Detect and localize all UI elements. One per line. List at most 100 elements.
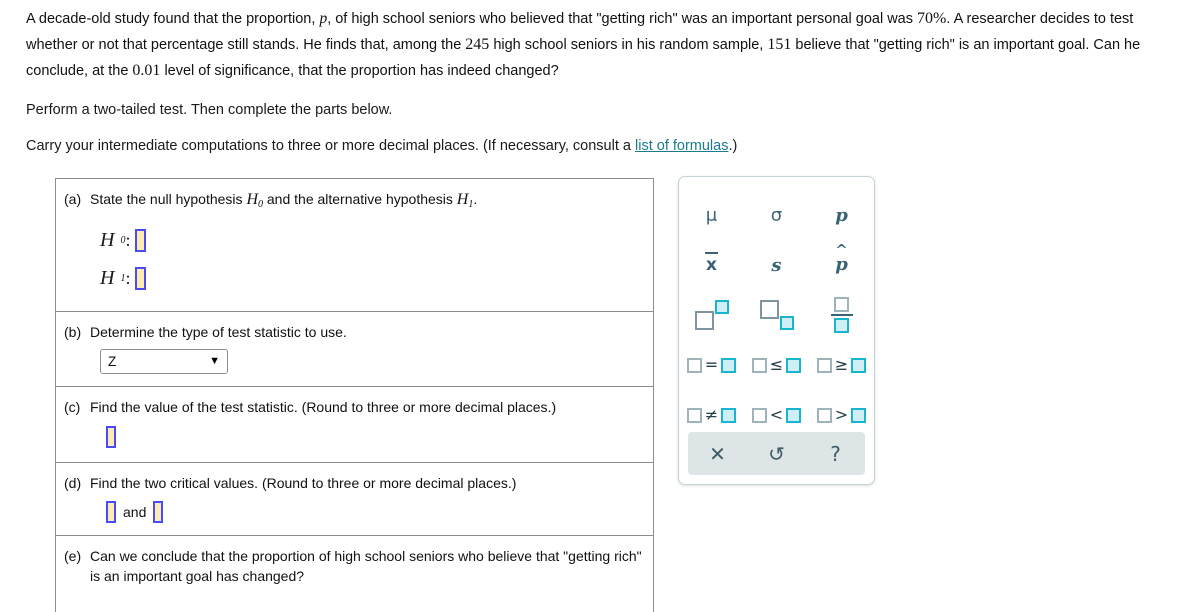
h0-answer-input[interactable] [135,228,147,252]
p-hat-symbol[interactable]: p [809,240,874,290]
question-e-text: Can we conclude that the proportion of h… [90,548,642,584]
superscript-template[interactable] [679,290,744,340]
instruction-two-tailed: Perform a two-tailed test. Then complete… [26,102,393,118]
s-symbol[interactable]: s [744,240,809,290]
question-d-label: (d) [64,475,82,491]
question-row-d: (d) Find the two critical values. (Round… [56,463,653,536]
list-of-formulas-link[interactable]: list of formulas [635,138,728,154]
problem-text-1a: A decade-old study found that the propor… [26,11,320,27]
problem-text-1b: , of high school seniors who believed th… [327,11,918,27]
rounding-text-b: .) [728,138,738,154]
greater-or-equal-template-glyph: ≥ [816,355,867,374]
h0-label: H [100,228,115,251]
hypothesis-inputs: H0 : H1 : [56,215,653,311]
equals-template[interactable]: = [679,340,744,390]
left-box-icon [751,357,767,373]
p-symbol[interactable]: p [809,190,874,240]
subscript-template-glyph [759,300,794,330]
palette-row-1: μ σ p [679,190,874,240]
problem-statement: A decade-old study found that the propor… [26,6,1186,84]
equals-operator: = [704,355,719,374]
greater-or-equal-operator: ≥ [834,355,849,374]
less-than-template-glyph: < [751,405,802,424]
question-a-label: (a) [64,191,82,207]
clear-button[interactable]: ✕ [688,442,747,466]
base-box-icon [694,311,714,330]
question-c-label: (c) [64,399,81,415]
greater-or-equal-template[interactable]: ≥ [809,340,874,390]
instruction-rounding: Carry your intermediate computations to … [26,135,737,157]
fraction-template[interactable] [809,290,874,340]
numerator-box-icon [834,297,849,312]
question-a-text-1: State the null hypothesis [90,191,247,207]
less-or-equal-template[interactable]: ≤ [744,340,809,390]
not-equal-operator: ≠ [704,405,719,424]
question-row-a: (a) State the null hypothesis H0 and the… [56,179,653,312]
test-statistic-select[interactable]: Z ▼ [100,349,228,374]
fraction-bar-icon [830,314,853,316]
x-bar-symbol-glyph: x [705,252,718,275]
h1-colon: : [125,267,131,288]
not-equal-template-glyph: ≠ [686,405,737,424]
question-row-c: (c) Find the value of the test statistic… [56,387,653,463]
question-b-header: (b) Determine the type of test statistic… [56,312,653,342]
mu-symbol[interactable]: μ [679,190,744,240]
test-statistic-select-wrap: Z ▼ [56,342,653,386]
subscript-box-icon [779,316,794,330]
sigma-symbol[interactable]: σ [744,190,809,240]
sigma-symbol-glyph: σ [770,204,783,226]
left-box-icon [686,357,702,373]
question-row-e: (e) Can we conclude that the proportion … [56,536,653,612]
question-a-text: State the null hypothesis H0 and the alt… [90,189,645,215]
h1-label: H [100,266,115,289]
hypothesis-alt-line: H1 : [100,259,653,297]
question-d-header: (d) Find the two critical values. (Round… [56,463,653,493]
test-statistic-answer-wrap [56,417,653,462]
palette-row-2: x s p [679,240,874,290]
problem-paragraph-1: A decade-old study found that the propor… [26,6,1186,84]
value-alpha: 0.01 [132,62,161,79]
exponent-box-icon [714,300,729,314]
critical-value-lower-input[interactable] [106,501,116,523]
hypothesis-null-line: H0 : [100,221,653,259]
left-box-icon [751,407,767,423]
h1-inline: H [456,191,469,208]
question-c-header: (c) Find the value of the test statistic… [56,387,653,417]
test-statistic-answer-input[interactable] [106,426,116,448]
question-e-spacer [56,586,653,612]
critical-values-wrap: and [56,493,653,535]
critical-values-conjunction: and [123,504,147,520]
p-symbol-glyph: p [835,204,848,226]
critical-value-upper-input[interactable] [153,501,164,523]
question-b-label: (b) [64,324,82,340]
s-symbol-glyph: s [771,254,782,276]
less-or-equal-operator: ≤ [769,355,784,374]
palette-row-3 [679,290,874,340]
close-icon: ✕ [709,441,726,466]
h0-colon: : [125,229,131,250]
greater-than-operator: > [834,405,849,424]
less-than-operator: < [769,405,784,424]
question-row-b: (b) Determine the type of test statistic… [56,312,653,387]
question-b-text: Determine the type of test statistic to … [90,324,347,340]
left-box-icon [686,407,702,423]
p-hat-symbol-glyph: p [835,243,848,274]
value-successes: 151 [767,36,792,53]
value-sample-size: 245 [465,36,490,53]
base-box-icon [759,300,779,319]
undo-button[interactable]: ↺ [747,442,806,466]
rounding-text-a: Carry your intermediate computations to … [26,138,635,154]
subscript-template[interactable] [744,290,809,340]
x-bar-symbol[interactable]: x [679,240,744,290]
question-e-header: (e) Can we conclude that the proportion … [56,536,653,586]
help-button[interactable]: ? [806,442,865,466]
question-a-header: (a) State the null hypothesis H0 and the… [56,179,653,215]
fraction-template-glyph [830,297,853,333]
question-c-text: Find the value of the test statistic. (R… [90,399,557,415]
test-statistic-select-value: Z [108,354,117,369]
superscript-template-glyph [694,300,729,330]
right-box-icon [851,407,867,423]
h1-answer-input[interactable] [135,266,147,290]
h0-inline: H [246,191,258,208]
mu-symbol-glyph: μ [705,204,718,226]
